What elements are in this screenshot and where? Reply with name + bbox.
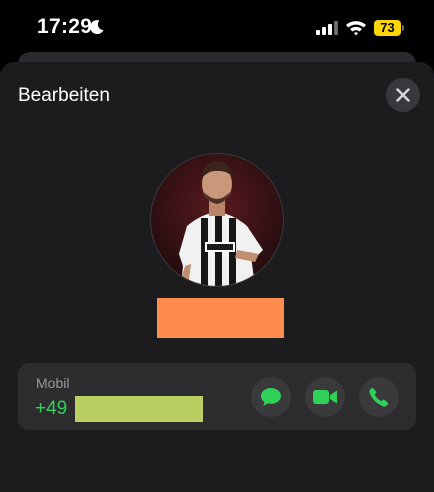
video-call-button[interactable] xyxy=(305,377,345,417)
avatar-photo xyxy=(151,154,283,286)
phone-number-prefix[interactable]: +49 xyxy=(35,398,67,420)
wifi-icon xyxy=(346,21,366,36)
contact-avatar[interactable] xyxy=(151,154,283,286)
battery-icon: 73 xyxy=(374,20,401,36)
sheet-title: Bearbeiten xyxy=(18,85,110,106)
battery-level: 73 xyxy=(380,20,395,35)
video-icon xyxy=(313,390,337,404)
phone-label: Mobil xyxy=(36,375,70,391)
message-icon xyxy=(261,388,281,406)
close-icon xyxy=(396,88,410,102)
close-button[interactable] xyxy=(386,78,420,112)
phone-icon xyxy=(369,387,389,407)
cellular-signal-icon xyxy=(316,21,338,35)
phone-number-redaction xyxy=(75,396,203,422)
name-redaction xyxy=(157,298,284,338)
battery-tip xyxy=(402,25,404,31)
moon-icon xyxy=(90,20,104,35)
call-button[interactable] xyxy=(359,377,399,417)
status-time: 17:29 xyxy=(37,15,93,38)
message-button[interactable] xyxy=(251,377,291,417)
status-bar: 17:29 73 xyxy=(0,0,434,56)
